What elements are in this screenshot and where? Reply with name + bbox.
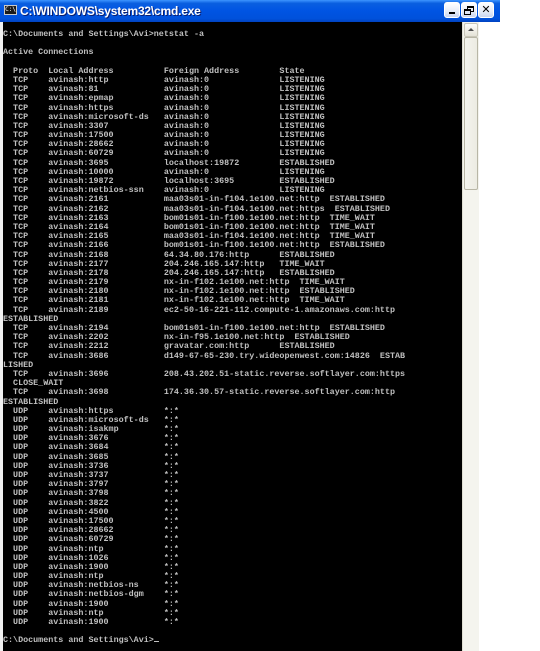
window-frame-right [479,22,500,651]
console-output[interactable]: C:\Documents and Settings\Avi>netstat -a… [3,22,462,651]
window-title: C:\WINDOWS\system32\cmd.exe [20,4,201,18]
console-line: Active Connections [3,47,94,58]
minimize-button[interactable] [444,2,460,18]
scroll-thumb[interactable] [464,37,478,190]
close-icon: ✕ [481,3,491,16]
scroll-up-button[interactable] [464,23,478,37]
cmd-window: C:\ C:\WINDOWS\system32\cmd.exe ✕ C:\Doc… [0,0,500,651]
restore-button[interactable] [461,2,477,18]
console-line: TCP avinash:3698 174.36.30.57-static.rev… [3,387,396,398]
console-text: C:\Documents and Settings\Avi>netstat -a… [3,29,406,646]
console-line: TCP avinash:2189 ec2-50-16-221-112.compu… [3,304,396,315]
text-cursor [153,640,159,643]
cmd-icon[interactable]: C:\ [4,5,17,15]
restore-icon-back [464,9,471,15]
close-button[interactable]: ✕ [478,2,494,18]
console-line: TCP avinash:3696 208.43.202.51-static.re… [3,368,406,379]
console-line: UDP avinash:1900 *:* [3,617,179,627]
title-bar[interactable]: C:\ C:\WINDOWS\system32\cmd.exe ✕ [0,0,500,23]
minimize-icon [449,12,455,14]
vertical-scrollbar[interactable] [462,22,479,651]
prompt-text: C:\Documents and Settings\Avi> [3,635,154,646]
console-line: TCP avinash:3686 d149-67-65-230.try.wide… [3,350,406,361]
console-line: C:\Documents and Settings\Avi>netstat -a [3,29,205,39]
command-prompt[interactable]: C:\Documents and Settings\Avi> [3,636,405,645]
